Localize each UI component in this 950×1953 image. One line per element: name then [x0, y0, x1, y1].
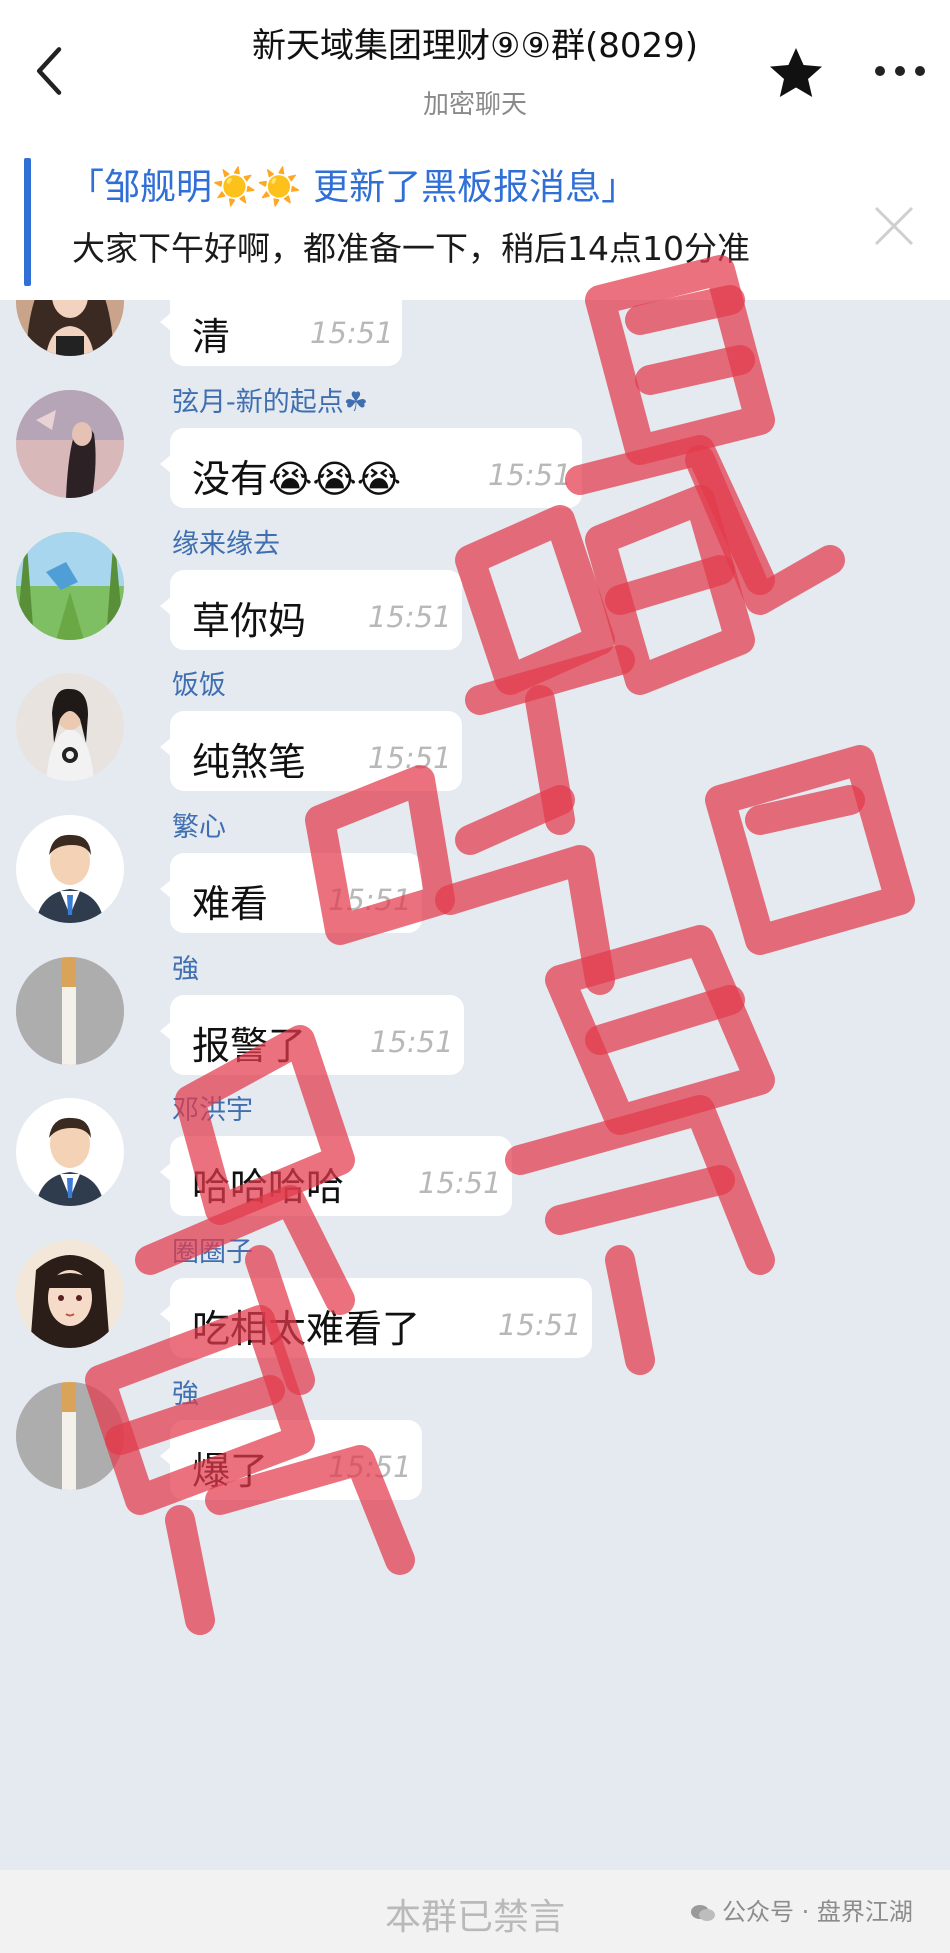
- message-text: 难看: [192, 882, 269, 926]
- user-avatar[interactable]: [16, 532, 124, 640]
- watermark-text: 公众号 · 盘界江湖: [722, 1898, 913, 1926]
- message-bubble[interactable]: 哈哈哈哈 15:51: [160, 1136, 512, 1216]
- message-bubble[interactable]: 没有😭😭😭 15:51: [160, 428, 582, 508]
- sender-name[interactable]: 饭饭: [172, 663, 226, 702]
- message-bubble[interactable]: 难看 15:51: [160, 853, 422, 933]
- message-bubble[interactable]: 吃相太难看了 15:51: [160, 1278, 592, 1358]
- message-time: 15:51: [488, 458, 572, 492]
- watermark: 公众号 · 盘界江湖: [690, 1892, 913, 1927]
- notice-text: 大家下午好啊，都准备一下，稍后14点10分准: [72, 229, 750, 268]
- message-time: 15:51: [328, 1450, 412, 1484]
- star-icon[interactable]: [766, 44, 826, 104]
- message-time: 15:51: [418, 1166, 502, 1200]
- message-time: 15:51: [498, 1308, 582, 1342]
- user-avatar[interactable]: [16, 300, 124, 356]
- message-time: 15:51: [328, 883, 412, 917]
- bubble-tail: [160, 879, 172, 899]
- message-item: 強爆了 15:51: [0, 1372, 950, 1552]
- sender-name[interactable]: 邓洪宇: [172, 1088, 253, 1127]
- user-avatar[interactable]: [16, 390, 124, 498]
- group-title: 新天域集团理财⑨⑨群(8029): [251, 26, 699, 66]
- sender-name[interactable]: 弦月-新的起点☘: [172, 380, 368, 419]
- encrypted-chat-label: 加密聊天: [422, 90, 527, 120]
- bubble-tail: [160, 737, 172, 757]
- message-time: 15:51: [368, 600, 452, 634]
- chat-header: 新天域集团理财⑨⑨群(8029) 加密聊天: [0, 0, 950, 150]
- message-bubble[interactable]: 草你妈 15:51: [160, 570, 462, 650]
- bubble-tail: [160, 1446, 172, 1466]
- message-time: 15:51: [368, 741, 452, 775]
- message-text: 草你妈: [192, 599, 307, 643]
- bubble-tail: [160, 1304, 172, 1324]
- user-avatar[interactable]: [16, 815, 124, 923]
- message-time: 15:51: [370, 1025, 454, 1059]
- message-time: 15:51: [310, 316, 394, 350]
- notice-accent-bar: [24, 158, 31, 286]
- message-text: 报警了: [192, 1024, 307, 1068]
- bubble-tail: [160, 454, 172, 474]
- message-text: 清: [192, 315, 231, 359]
- message-bubble[interactable]: 纯煞笔 15:51: [160, 711, 462, 791]
- message-text: 纯煞笔: [192, 740, 307, 784]
- user-avatar[interactable]: [16, 1098, 124, 1206]
- message-bubble[interactable]: 报警了 15:51: [160, 995, 464, 1075]
- notice-title: 「邹舰明☀️☀️ 更新了黑板报消息」: [68, 167, 638, 208]
- input-bar: 本群已禁言 公众号 · 盘界江湖: [0, 1870, 950, 1953]
- bubble-tail: [160, 312, 172, 332]
- message-text: 没有😭😭😭: [192, 457, 402, 501]
- more-options-icon[interactable]: [870, 56, 930, 86]
- close-icon[interactable]: [866, 198, 922, 254]
- back-arrow-icon[interactable]: [32, 44, 68, 98]
- user-avatar[interactable]: [16, 1240, 124, 1348]
- sender-name[interactable]: 強: [172, 1372, 199, 1411]
- message-text: 爆了: [192, 1449, 269, 1493]
- message-bubble[interactable]: 清 15:51: [160, 300, 402, 366]
- user-avatar[interactable]: [16, 957, 124, 1065]
- message-text: 吃相太难看了: [192, 1307, 421, 1351]
- message-bubble[interactable]: 爆了 15:51: [160, 1420, 422, 1500]
- bubble-tail: [160, 1021, 172, 1041]
- user-avatar[interactable]: [16, 673, 124, 781]
- message-list[interactable]: 钰来清15:51弦月-新的起点☘没有😭😭😭15:51缘来缘去草你妈15:51饭饭…: [0, 300, 950, 1870]
- sender-name[interactable]: 圈圈子: [172, 1230, 253, 1269]
- blackboard-notice[interactable]: 「邹舰明☀️☀️ 更新了黑板报消息」 大家下午好啊，都准备一下，稍后14点10分…: [0, 150, 950, 300]
- bubble-tail: [160, 596, 172, 616]
- user-avatar[interactable]: [16, 1382, 124, 1490]
- bubble-tail: [160, 1162, 172, 1182]
- message-text: 哈哈哈哈: [192, 1165, 345, 1209]
- sender-name[interactable]: 強: [172, 947, 199, 986]
- sender-name[interactable]: 缘来缘去: [172, 522, 280, 561]
- wechat-icon: [691, 1905, 715, 1921]
- sender-name[interactable]: 繁心: [172, 805, 226, 844]
